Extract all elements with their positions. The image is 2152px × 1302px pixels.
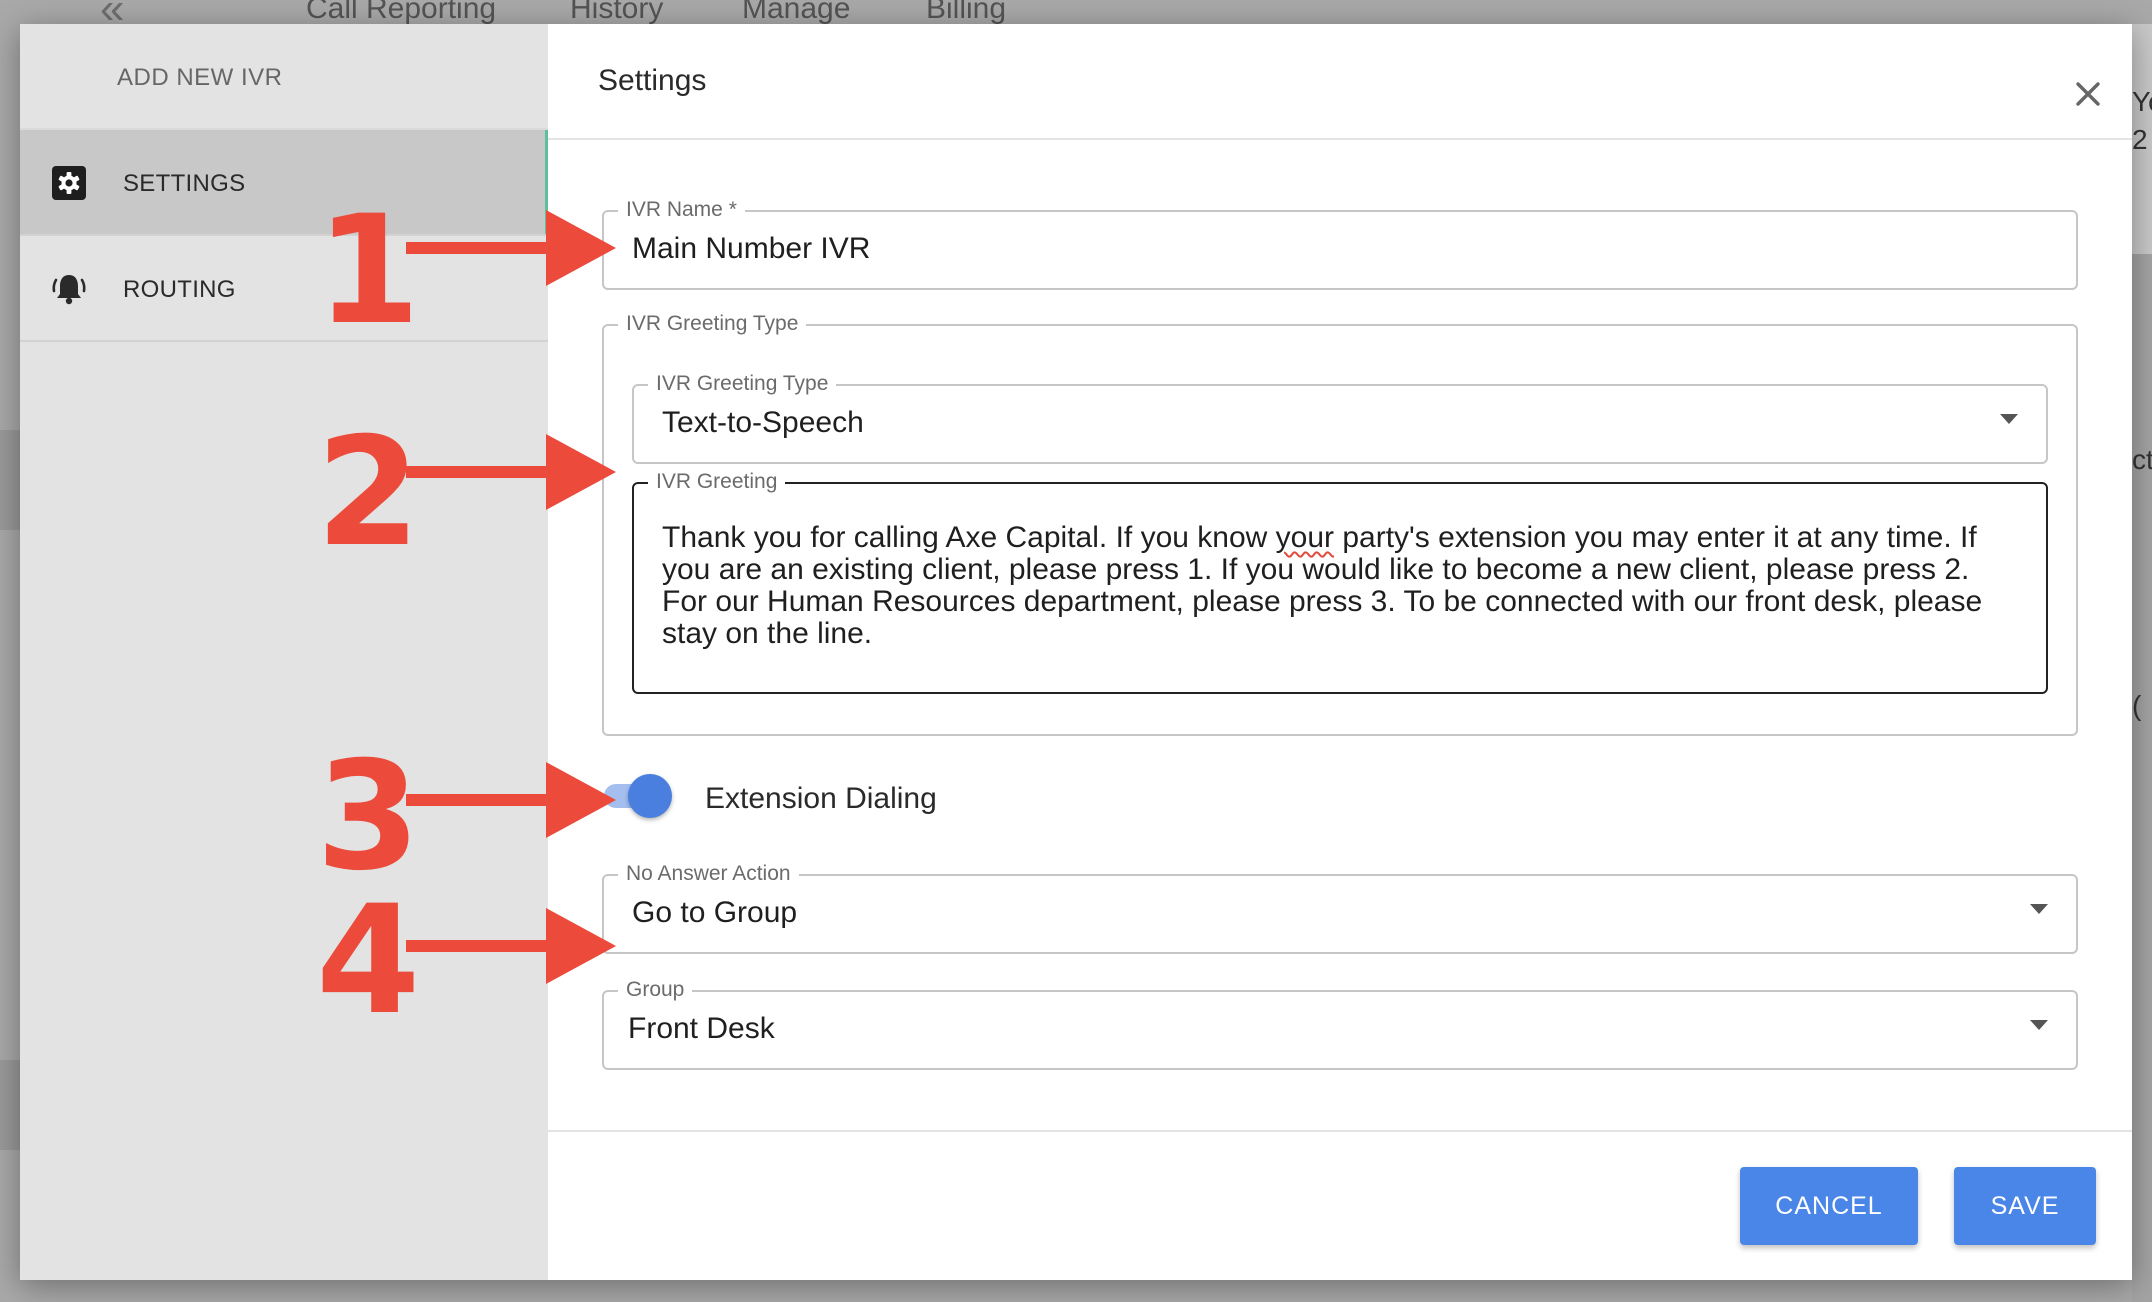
greeting-textarea[interactable]: IVR Greeting Thank you for calling Axe C… bbox=[632, 470, 2048, 694]
annotation-arrow-icon bbox=[406, 762, 616, 838]
divider bbox=[20, 340, 548, 342]
background-nav: « Call Reporting History Manage Billing bbox=[0, 0, 2152, 33]
sidebar-item-label: SETTINGS bbox=[123, 170, 246, 197]
ivr-name-value: Main Number IVR bbox=[632, 232, 871, 265]
ivr-name-input[interactable]: IVR Name * Main Number IVR bbox=[602, 198, 2078, 290]
dialog-title: Settings bbox=[598, 64, 707, 97]
spellcheck-word: your bbox=[1275, 521, 1335, 554]
greeting-type-label: IVR Greeting Type bbox=[648, 372, 837, 396]
bg-tab-manage[interactable]: Manage bbox=[742, 0, 850, 26]
greeting-section: IVR Greeting Type IVR Greeting Type Text… bbox=[602, 312, 2078, 736]
bg-fragment: ct bbox=[2132, 444, 2152, 475]
no-answer-action-value: Go to Group bbox=[632, 896, 798, 929]
gear-icon bbox=[52, 166, 86, 200]
extension-dialing-label: Extension Dialing bbox=[705, 782, 937, 815]
annotation-number-2: 2 bbox=[316, 406, 421, 580]
annotation-arrow-icon bbox=[406, 908, 616, 984]
divider bbox=[548, 1130, 2132, 1132]
annotation-number-3: 3 bbox=[316, 730, 421, 904]
bg-fragment: ( bbox=[2132, 690, 2142, 721]
annotation-arrow-icon bbox=[406, 210, 616, 286]
background-left-strip bbox=[0, 1060, 20, 1150]
annotation-arrow-icon bbox=[406, 434, 616, 510]
close-icon[interactable] bbox=[2068, 74, 2108, 114]
greeting-type-value: Text-to-Speech bbox=[662, 406, 864, 439]
background-right-edge: Yo 2 ct ( bbox=[2132, 24, 2152, 1302]
greeting-section-label: IVR Greeting Type bbox=[618, 312, 807, 336]
divider bbox=[548, 138, 2132, 140]
dialog-content: Settings IVR Name * Main Number IVR IVR … bbox=[548, 24, 2132, 1280]
annotation-number-4: 4 bbox=[316, 874, 421, 1048]
chevron-down-icon[interactable] bbox=[2000, 414, 2018, 424]
bg-tab-call-reporting[interactable]: Call Reporting bbox=[306, 0, 496, 26]
greeting-label: IVR Greeting bbox=[648, 470, 786, 494]
background-left-strip bbox=[0, 430, 20, 530]
cancel-button[interactable]: CANCEL bbox=[1740, 1167, 1918, 1245]
sidebar-title: ADD NEW IVR bbox=[117, 64, 283, 91]
greeting-type-select[interactable]: IVR Greeting Type Text-to-Speech bbox=[632, 372, 2048, 464]
group-select[interactable]: Group Front Desk bbox=[602, 978, 2078, 1070]
bg-tab-billing[interactable]: Billing bbox=[926, 0, 1006, 26]
no-answer-action-label: No Answer Action bbox=[618, 862, 799, 886]
chevron-down-icon[interactable] bbox=[2030, 904, 2048, 914]
sidebar-item-label: ROUTING bbox=[123, 276, 236, 303]
bell-icon bbox=[52, 275, 86, 305]
save-button[interactable]: SAVE bbox=[1954, 1167, 2096, 1245]
bg-tab-history[interactable]: History bbox=[570, 0, 663, 26]
bg-fragment: Yo bbox=[2132, 86, 2152, 117]
bg-fragment: 2 bbox=[2132, 124, 2148, 155]
greeting-text: Thank you for calling Axe Capital. If yo… bbox=[662, 521, 1983, 650]
no-answer-action-select[interactable]: No Answer Action Go to Group bbox=[602, 862, 2078, 954]
group-value: Front Desk bbox=[628, 1012, 775, 1045]
annotation-number-1: 1 bbox=[316, 184, 421, 358]
chevron-down-icon[interactable] bbox=[2030, 1020, 2048, 1030]
